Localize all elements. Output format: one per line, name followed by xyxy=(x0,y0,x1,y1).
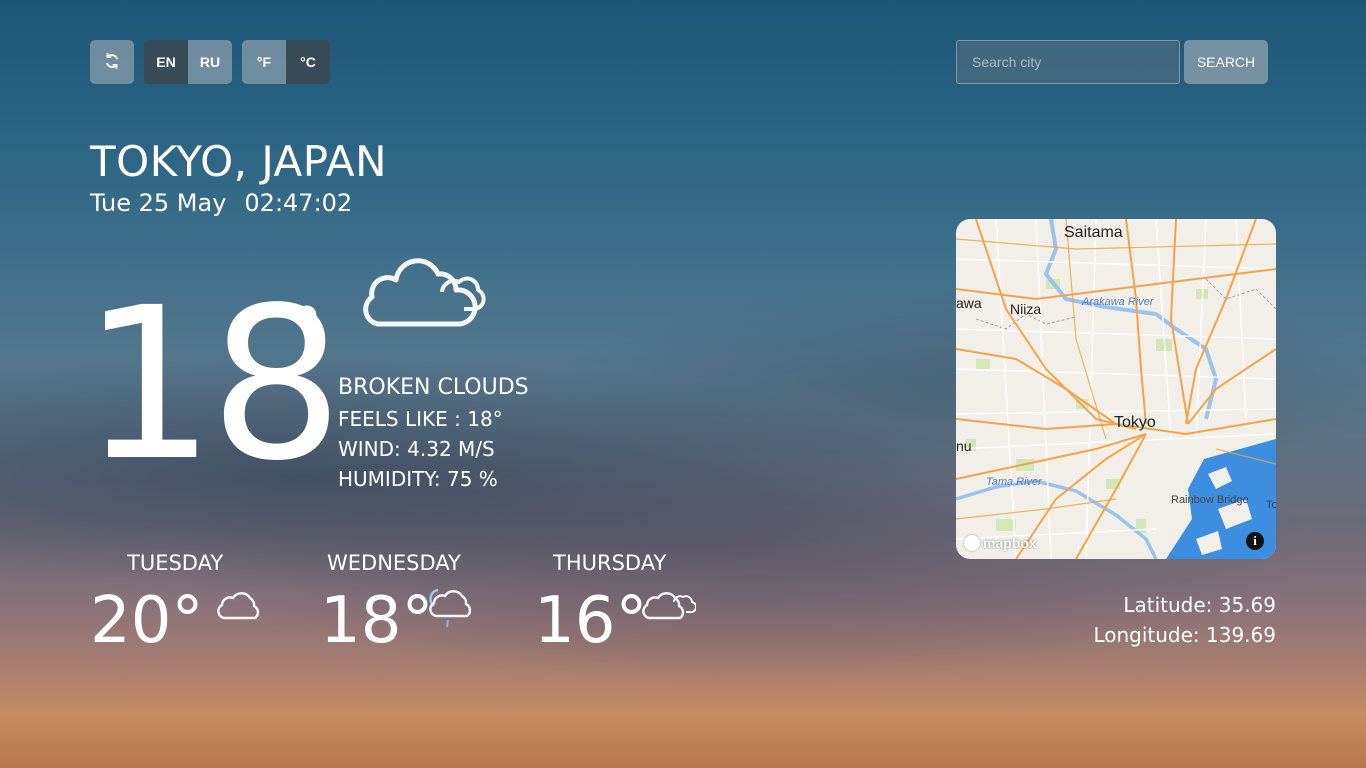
forecast-day-name: TUESDAY xyxy=(127,551,224,575)
search-input[interactable] xyxy=(956,40,1180,84)
map-label-to: To xyxy=(1266,499,1276,511)
cloud-icon xyxy=(214,586,270,630)
condition-text: BROKEN CLOUDS xyxy=(338,375,529,400)
broken-clouds-icon xyxy=(356,252,486,334)
forecast-day-temp: 20° xyxy=(90,584,204,658)
location-map[interactable]: Saitama awa Niiza Arakawa River Tokyo nu… xyxy=(956,219,1276,559)
wind-text: WIND: 4.32 M/S xyxy=(338,437,495,461)
feels-like-text: FEELS LIKE : 18° xyxy=(338,407,503,431)
map-label-niiza: Niiza xyxy=(1010,301,1042,317)
lang-en-button[interactable]: EN xyxy=(144,40,188,84)
map-label-tama: Tama River xyxy=(986,476,1042,488)
location-title: TOKYO, JAPAN xyxy=(90,137,388,186)
forecast-day-name: WEDNESDAY xyxy=(327,551,461,575)
refresh-icon xyxy=(103,52,121,73)
forecast-day-temp: 18° xyxy=(320,584,434,658)
current-time: 02:47:02 xyxy=(244,189,353,217)
humidity-text: HUMIDITY: 75 % xyxy=(338,467,498,491)
search-button[interactable]: SEARCH xyxy=(1184,40,1268,84)
current-date: Tue 25 May xyxy=(90,189,227,217)
map-label-tokyo: Tokyo xyxy=(1114,414,1156,431)
cloud-rain-icon xyxy=(424,586,480,630)
map-label-nu: nu xyxy=(956,438,972,454)
datetime: Tue 25 May 02:47:02 xyxy=(90,188,352,218)
map-label-awa: awa xyxy=(956,295,982,311)
unit-celsius-button[interactable]: °C xyxy=(286,40,330,84)
mapbox-icon xyxy=(964,535,980,551)
refresh-button[interactable] xyxy=(90,40,134,84)
mapbox-logo-text: mapbox xyxy=(983,535,1037,551)
language-switcher: EN RU xyxy=(144,40,232,84)
unit-fahrenheit-button[interactable]: °F xyxy=(242,40,286,84)
map-label-rainbow: Rainbow Bridge xyxy=(1171,494,1249,506)
mapbox-logo[interactable]: mapbox xyxy=(964,535,1037,551)
map-label-arakawa: Arakawa River xyxy=(1082,296,1154,308)
info-icon[interactable]: i xyxy=(1246,532,1264,550)
latitude-text: Latitude: 35.69 xyxy=(1123,593,1276,617)
coordinates: Latitude: 35.69 Longitude: 139.69 xyxy=(1093,590,1276,650)
degree-symbol: ° xyxy=(292,295,322,365)
unit-switcher: °F °C xyxy=(242,40,330,84)
longitude-text: Longitude: 139.69 xyxy=(1093,623,1276,647)
broken-clouds-icon xyxy=(640,586,698,630)
map-tiles xyxy=(956,219,1276,559)
weather-details: BROKEN CLOUDS FEELS LIKE : 18° WIND: 4.3… xyxy=(338,372,529,494)
search-bar: SEARCH xyxy=(956,40,1268,84)
forecast-day-temp: 16° xyxy=(534,584,648,658)
forecast-day-name: THURSDAY xyxy=(553,551,667,575)
lang-ru-button[interactable]: RU xyxy=(188,40,232,84)
toolbar: EN RU °F °C xyxy=(90,40,330,84)
map-label-saitama: Saitama xyxy=(1064,224,1123,241)
